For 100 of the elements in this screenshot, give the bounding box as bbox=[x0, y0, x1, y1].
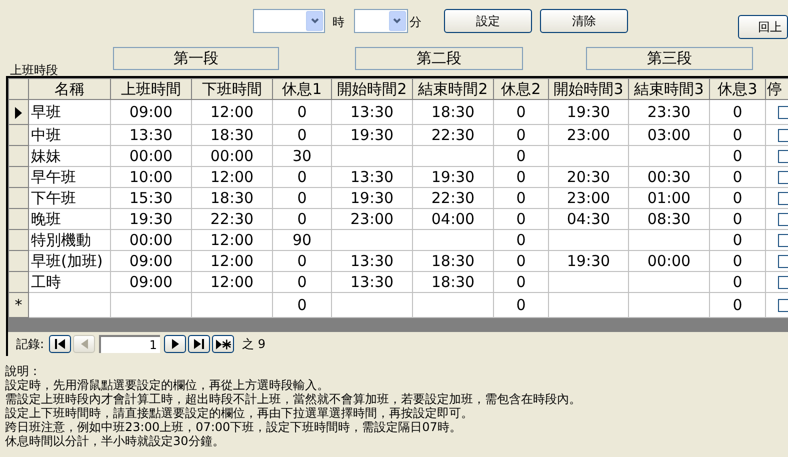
checkbox[interactable] bbox=[778, 170, 788, 184]
checkbox[interactable] bbox=[778, 150, 788, 162]
checkbox[interactable] bbox=[778, 106, 788, 118]
column-header: 上班時間 bbox=[110, 78, 192, 100]
last-arrow-icon bbox=[194, 339, 204, 349]
table-cell: 13:30 bbox=[332, 250, 412, 272]
table-cell: 18:30 bbox=[412, 272, 494, 292]
table-cell: 0 bbox=[710, 146, 766, 166]
table-cell: 12:00 bbox=[192, 272, 272, 292]
column-header: 開始時間2 bbox=[332, 78, 412, 100]
checkbox[interactable] bbox=[778, 128, 788, 142]
table-cell: 工時 bbox=[28, 272, 110, 292]
caret-icon bbox=[306, 11, 324, 31]
table-cell: 20:30 bbox=[548, 166, 628, 188]
minute-label: 分 bbox=[410, 14, 422, 31]
action-button[interactable]: 清除 bbox=[540, 9, 628, 33]
table-cell: 18:30 bbox=[412, 100, 494, 124]
column-header: 休息1 bbox=[272, 78, 332, 100]
column-header: 結束時間2 bbox=[412, 78, 494, 100]
table-cell: 00:00 bbox=[192, 146, 272, 166]
record-label: 記錄: bbox=[16, 336, 44, 353]
table-cell: 0 bbox=[710, 208, 766, 230]
column-header: 下班時間 bbox=[192, 78, 272, 100]
record-number-field[interactable]: 1 bbox=[99, 335, 160, 353]
table-cell: 0 bbox=[272, 272, 332, 292]
table-cell: 23:30 bbox=[628, 100, 710, 124]
table-cell: 早班 bbox=[28, 100, 110, 124]
checkbox[interactable] bbox=[778, 298, 788, 312]
table-cell: 00:30 bbox=[628, 166, 710, 188]
checkbox[interactable] bbox=[778, 254, 788, 268]
back-button[interactable]: 回上 bbox=[738, 15, 788, 39]
table-cell: 01:00 bbox=[628, 188, 710, 208]
note-line: 設定時，先用滑鼠點選要設定的欄位，再從上方選時段輸入。 bbox=[5, 378, 330, 392]
checkbox[interactable] bbox=[778, 276, 788, 288]
checkbox[interactable] bbox=[778, 212, 788, 226]
action-button[interactable]: 設定 bbox=[444, 9, 532, 33]
hour-label: 時 bbox=[332, 14, 344, 31]
table-cell: 0 bbox=[494, 250, 548, 272]
table-cell: 晚班 bbox=[28, 208, 110, 230]
table-cell: 00:00 bbox=[628, 250, 710, 272]
table-cell: 0 bbox=[272, 124, 332, 146]
table-cell: 10:00 bbox=[110, 166, 192, 188]
note-line: 設定上下班時間時，請直接點選要設定的欄位，再由下拉選單選擇時間，再按設定即可。 bbox=[5, 406, 474, 420]
table-cell: 0 bbox=[272, 100, 332, 124]
table-cell: 19:30 bbox=[548, 250, 628, 272]
table-cell: 0 bbox=[272, 292, 332, 318]
column-header: 名稱 bbox=[28, 78, 110, 100]
note-line: 跨日班注意，例如中班23:00上班，07:00下班，設定下班時間時，需設定隔日07時。 bbox=[5, 420, 462, 434]
row-selector[interactable] bbox=[8, 100, 28, 124]
table-cell: 早午班 bbox=[28, 166, 110, 188]
table-cell: 特別機動 bbox=[28, 230, 110, 250]
new-row-marker: * bbox=[14, 296, 22, 314]
first-arrow-icon bbox=[55, 339, 66, 349]
segment-label: 第二段 bbox=[355, 47, 523, 70]
time-dropdown[interactable] bbox=[252, 9, 326, 33]
table-cell: 19:30 bbox=[332, 188, 412, 208]
last-record-button[interactable] bbox=[188, 335, 210, 353]
segment-label: 第一段 bbox=[113, 47, 279, 70]
table-cell: 0 bbox=[710, 100, 766, 124]
checkbox[interactable] bbox=[778, 192, 788, 204]
table-title: 上班時段 bbox=[9, 64, 59, 76]
table-cell: 0 bbox=[494, 272, 548, 292]
table-cell: 0 bbox=[494, 230, 548, 250]
table-cell: 中班 bbox=[28, 124, 110, 146]
table-cell: 12:00 bbox=[192, 100, 272, 124]
table-cell: 0 bbox=[494, 188, 548, 208]
table-cell: 08:30 bbox=[628, 208, 710, 230]
table-cell: 0 bbox=[494, 146, 548, 166]
table-cell: 0 bbox=[710, 250, 766, 272]
record-count: 之 9 bbox=[242, 336, 266, 353]
table-cell: 0 bbox=[494, 166, 548, 188]
table-cell: 00:00 bbox=[110, 146, 192, 166]
checkbox[interactable] bbox=[778, 234, 788, 246]
table-cell: 22:30 bbox=[412, 188, 494, 208]
table-cell: 12:00 bbox=[192, 230, 272, 250]
time-dropdown[interactable] bbox=[354, 9, 408, 33]
table-cell: 0 bbox=[494, 124, 548, 146]
table-cell: 04:30 bbox=[548, 208, 628, 230]
table-cell: 0 bbox=[710, 292, 766, 318]
row-selector[interactable]: * bbox=[8, 292, 28, 318]
table-cell: 30 bbox=[272, 146, 332, 166]
next-record-button[interactable] bbox=[164, 335, 186, 353]
table-cell: 19:30 bbox=[110, 208, 192, 230]
table-cell: 22:30 bbox=[412, 124, 494, 146]
column-header: 開始時間3 bbox=[548, 78, 628, 100]
note-line: 休息時間以分計，半小時就設定30分鐘。 bbox=[5, 434, 226, 448]
table-cell: 下午班 bbox=[28, 188, 110, 208]
table-cell: 04:00 bbox=[412, 208, 494, 230]
table-cell: 12:00 bbox=[192, 166, 272, 188]
table-cell: 90 bbox=[272, 230, 332, 250]
table-cell: 0 bbox=[494, 292, 548, 318]
first-record-button[interactable] bbox=[49, 335, 72, 353]
new-record-button[interactable] bbox=[212, 335, 234, 353]
table-cell: 15:30 bbox=[110, 188, 192, 208]
note-line: 需設定上班時段內才會計算工時，超出時段不計上班，當然就不會算加班，若要設定加班，需包含在時段內。 bbox=[5, 392, 582, 406]
column-header: 休息3 bbox=[710, 78, 766, 100]
column-header: 停 bbox=[766, 78, 788, 100]
column-header: 休息2 bbox=[494, 78, 548, 100]
table-cell: 0 bbox=[272, 250, 332, 272]
table-cell: 13:30 bbox=[332, 272, 412, 292]
